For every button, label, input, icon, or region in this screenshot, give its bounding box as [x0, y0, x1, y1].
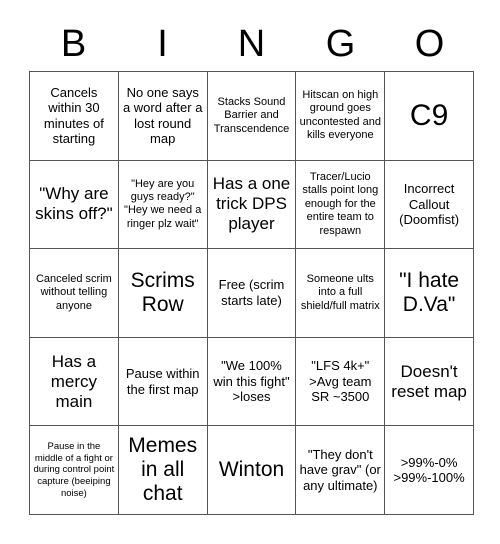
bingo-cell-text: Tracer/Lucio stalls point long enough fo…: [302, 170, 379, 237]
bingo-cell[interactable]: Hitscan on high ground goes uncontested …: [296, 72, 386, 161]
bingo-cell-text: Memes in all chat: [128, 433, 198, 506]
bingo-cell[interactable]: Has a one trick DPS player: [207, 160, 297, 250]
bingo-cell[interactable]: "Hey are you guys ready?" "Hey we need a…: [118, 160, 208, 250]
bingo-cell-text: "Hey are you guys ready?" "Hey we need a…: [124, 177, 202, 230]
bingo-header-row: B I N G O: [29, 18, 474, 70]
bingo-cell[interactable]: Memes in all chat: [118, 426, 208, 515]
bingo-cell-text: Has a one trick DPS player: [212, 174, 291, 234]
bingo-cell-text: Cancels within 30 minutes of starting: [43, 84, 104, 147]
bingo-cell-text: Pause in the middle of a fight or during…: [33, 440, 115, 499]
bingo-cell-text: Free (scrim starts late): [218, 277, 285, 308]
bingo-cell[interactable]: Pause within the first map: [118, 337, 208, 427]
bingo-cell-text: "They don't have grav" (or any ultimate): [299, 446, 381, 493]
bingo-cell[interactable]: "They don't have grav" (or any ultimate): [296, 426, 386, 515]
bingo-cell-text: Someone ults into a full shield/full mat…: [300, 272, 380, 312]
bingo-cell[interactable]: Someone ults into a full shield/full mat…: [296, 249, 386, 338]
bingo-cell-text: Canceled scrim without telling anyone: [35, 272, 112, 312]
bingo-cell-text: Stacks Sound Barrier and Transcendence: [213, 95, 290, 135]
bingo-cell-text: Pause within the first map: [125, 366, 200, 397]
bingo-grid: Cancels within 30 minutes of starting No …: [29, 71, 474, 515]
bingo-header-letter-n: N: [237, 23, 266, 65]
bingo-cell-text: "LFS 4k+" >Avg team SR ~3500: [309, 358, 372, 405]
bingo-cell[interactable]: Stacks Sound Barrier and Transcendence: [207, 72, 297, 161]
bingo-cell[interactable]: C9: [385, 72, 474, 161]
bingo-cell[interactable]: Tracer/Lucio stalls point long enough fo…: [296, 160, 386, 250]
bingo-header-letter-o: O: [414, 23, 445, 65]
bingo-cell-text: No one says a word after a lost round ma…: [122, 84, 203, 147]
bingo-cell[interactable]: Doesn't reset map: [385, 337, 474, 427]
bingo-cell[interactable]: "I hate D.Va": [385, 249, 474, 338]
bingo-card: B I N G O Cancels within 30 minutes of s…: [0, 0, 500, 544]
bingo-cell[interactable]: "Why are skins off?": [30, 160, 119, 250]
bingo-cell-text: "We 100% win this fight" >loses: [213, 358, 290, 405]
bingo-cell[interactable]: Cancels within 30 minutes of starting: [30, 72, 119, 161]
bingo-cell-text: >99%-0% >99%-100%: [393, 454, 465, 486]
bingo-cell-text: Doesn't reset map: [391, 361, 467, 401]
bingo-cell-text: "Why are skins off?": [35, 184, 113, 224]
bingo-cell-text: Has a mercy main: [50, 351, 98, 411]
bingo-cell-text: Winton: [218, 458, 285, 482]
bingo-cell[interactable]: Free (scrim starts late): [207, 249, 297, 338]
bingo-header-letter-b: B: [60, 23, 87, 65]
bingo-header-letter-g: G: [325, 23, 356, 65]
bingo-cell[interactable]: Scrims Row: [118, 249, 208, 338]
bingo-header-letter-i: I: [157, 23, 168, 65]
bingo-cell[interactable]: "We 100% win this fight" >loses: [207, 337, 297, 427]
bingo-cell-text: Hitscan on high ground goes uncontested …: [299, 88, 381, 142]
bingo-cell[interactable]: >99%-0% >99%-100%: [385, 426, 474, 515]
bingo-cell-text: Scrims Row: [130, 268, 195, 316]
bingo-cell[interactable]: "LFS 4k+" >Avg team SR ~3500: [296, 337, 386, 427]
bingo-cell[interactable]: Has a mercy main: [30, 337, 119, 427]
bingo-cell-text: "I hate D.Va": [399, 268, 460, 316]
bingo-cell-text: C9: [409, 99, 449, 133]
bingo-cell[interactable]: No one says a word after a lost round ma…: [118, 72, 208, 161]
bingo-cell[interactable]: Canceled scrim without telling anyone: [30, 249, 119, 338]
bingo-cell[interactable]: Incorrect Callout (Doomfist): [385, 160, 474, 250]
bingo-cell-text: Incorrect Callout (Doomfist): [399, 181, 460, 228]
bingo-cell[interactable]: Pause in the middle of a fight or during…: [30, 426, 119, 515]
bingo-cell[interactable]: Winton: [207, 426, 297, 515]
